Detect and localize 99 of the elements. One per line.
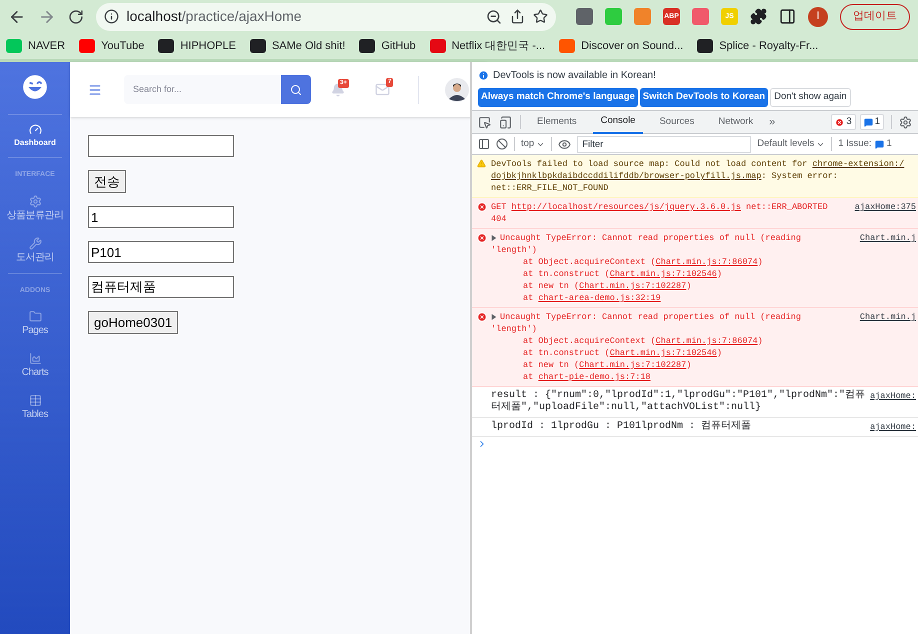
nav-item[interactable]: 상품분류관리 [0, 186, 70, 228]
address-bar[interactable]: localhost/practice/ajaxHome [96, 2, 556, 30]
source-link[interactable]: dojbkjhnklbpkdaibdccddilifddb/browser-polyfill.js.map [491, 170, 762, 182]
warning-icon [477, 159, 486, 168]
wrench-icon [28, 236, 42, 250]
expand-arrow-icon[interactable] [491, 235, 497, 241]
error-icon [835, 118, 844, 126]
message-source-link[interactable]: Chart.min.j [856, 311, 918, 383]
gauge-icon [28, 123, 42, 136]
zoom-out-icon[interactable] [486, 8, 502, 24]
source-link[interactable]: Chart.min.js:7:86074 [656, 257, 758, 267]
bookmark-link[interactable]: Discover on Sound... [581, 38, 684, 54]
settings-icon [28, 194, 42, 208]
source-link[interactable]: chart-area-demo.js:32:19 [538, 293, 661, 303]
sidebar-toggle-icon[interactable] [478, 138, 490, 150]
bookmark-link[interactable]: Splice - Royalty-Fr... [719, 38, 818, 54]
nav-item[interactable]: Dashboard [0, 115, 70, 155]
form-button[interactable]: goHome0301 [88, 311, 178, 334]
text-field[interactable]: 컴퓨터제품 [88, 276, 234, 298]
bookmark-link[interactable]: NAVER [28, 38, 66, 54]
error-icon [477, 202, 487, 212]
menu-icon[interactable] [88, 82, 102, 96]
bookmark-link[interactable]: YouTube [101, 38, 144, 54]
message-source-link[interactable]: Chart.min.j [856, 232, 918, 304]
laughing-face-logo[interactable] [22, 74, 48, 100]
profile-avatar[interactable]: I [808, 6, 828, 26]
nav-item[interactable]: Pages [0, 302, 70, 344]
nav-item[interactable]: Tables [0, 386, 70, 428]
console-message: Uncaught TypeError: Cannot read properties of null (reading 'length') at Object.acquireContext (Chart.min.js:7:86074) at tn.construct (Chart.min.js:7:102546) at new tn (Chart.min.js:7:102287) at chart-area-demo.js:32:19 [491, 232, 802, 304]
devtools-tab[interactable]: Sources [651, 110, 702, 134]
url-text: localhost/practice/ajaxHome [126, 7, 303, 26]
devtools-tab[interactable]: Console [592, 110, 644, 134]
text-field[interactable]: P101 [88, 241, 234, 263]
clear-console-icon[interactable] [496, 138, 508, 150]
devtools-tab[interactable]: Network [710, 110, 762, 134]
levels-dropdown[interactable]: Default levels [757, 136, 826, 152]
error-icon [477, 233, 487, 243]
message-source-link[interactable]: ajaxHome:375 [850, 201, 918, 225]
console-log-text: lprodId : 1lprodGu : P101lprodNm : 컴퓨터제품 [491, 421, 752, 433]
update-button[interactable]: 업데이트 [840, 4, 910, 30]
reload-icon[interactable] [68, 8, 84, 24]
error-icon [477, 312, 487, 322]
context-dropdown[interactable]: top [521, 136, 546, 152]
console-log-text: result : {"rnum":0,"lprodId":1,"lprodGu":"P101","lprodNm":"컴퓨터제품","uploadFile":null,"attachVOList":null} [491, 390, 866, 414]
expand-arrow-icon[interactable] [491, 314, 497, 320]
error-counter[interactable]: 3 [831, 114, 856, 130]
issues-button[interactable]: 1 Issue: 1 [838, 136, 892, 152]
message-icon [874, 140, 884, 148]
bookmark-link[interactable]: GitHub [381, 38, 416, 54]
source-link[interactable]: chart-pie-demo.js:7:18 [538, 372, 651, 382]
source-link[interactable]: Chart.min.js:7:102546 [610, 269, 717, 279]
puzzle-icon[interactable] [750, 8, 768, 25]
notice-text: DevTools is now available in Korean! [493, 69, 656, 83]
search-icon [290, 84, 302, 96]
text-field[interactable] [88, 135, 234, 157]
bookmark-link[interactable]: HIPHOPLE [180, 38, 236, 54]
more-tabs-button[interactable]: » [769, 114, 776, 130]
message-source-link[interactable]: ajaxHome: [866, 421, 918, 433]
console-message: Uncaught TypeError: Cannot read properties of null (reading 'length') at Object.acquireContext (Chart.min.js:7:86074) at tn.construct (Chart.min.js:7:102546) at new tn (Chart.min.js:7:102287) at chart-pie-demo.js:7:18 [491, 311, 802, 383]
console-message: GET http://localhost/resources/js/jquery.3.6.0.js net::ERR_ABORTED 404 [491, 201, 829, 225]
bookmark-link[interactable]: SAMe Old shit! [272, 38, 346, 54]
devtools-tab[interactable]: Elements [529, 110, 585, 134]
message-source-link[interactable]: ajaxHome: [866, 390, 918, 414]
search-field[interactable]: Search for... [124, 75, 281, 104]
source-link[interactable]: Chart.min.js:7:102287 [579, 360, 686, 370]
area-chart-icon [28, 352, 42, 365]
table-icon [28, 394, 42, 407]
nav-item[interactable]: Charts [0, 344, 70, 386]
inspect-icon[interactable] [478, 116, 491, 128]
settings-icon[interactable] [899, 116, 912, 128]
notice-button[interactable]: Always match Chrome's language [478, 88, 638, 107]
share-icon[interactable] [510, 9, 526, 24]
envelope-icon[interactable] [375, 82, 390, 97]
message-counter[interactable]: 1 [860, 114, 884, 130]
info-icon [104, 9, 118, 24]
text-field[interactable]: 1 [88, 206, 234, 228]
filter-field[interactable]: Filter [577, 136, 752, 152]
info-icon [478, 70, 489, 81]
notice-button[interactable]: Don't show again [770, 88, 851, 107]
console-message: DevTools failed to load source map: Could not load content for chrome-extension:/ dojbkjhnklbpkdaibdccddilifddb/browser-polyfill.js.map: System error: net::ERR_FILE_NOT_FOUND [491, 158, 906, 194]
star-icon[interactable] [533, 9, 548, 24]
bookmark-link[interactable]: Netflix 대한민국 -... [452, 38, 546, 54]
side-panel-icon[interactable] [779, 8, 796, 25]
source-link[interactable]: http://localhost/resources/js/jquery.3.6.0.js [511, 201, 741, 213]
extension-icon[interactable] [576, 8, 594, 25]
nav-item[interactable]: 도서관리 [0, 228, 70, 270]
source-link[interactable]: Chart.min.js:7:102546 [610, 348, 717, 358]
source-link[interactable]: Chart.min.js:7:102287 [579, 281, 686, 291]
search-button[interactable] [281, 75, 311, 104]
notice-button[interactable]: Switch DevTools to Korean [640, 88, 768, 107]
user-avatar[interactable] [445, 78, 469, 102]
form-button[interactable]: 전송 [88, 170, 126, 193]
eye-icon[interactable] [558, 138, 572, 150]
extension-icon[interactable] [692, 8, 710, 25]
folder-icon [28, 310, 42, 323]
device-icon[interactable] [499, 116, 512, 128]
message-icon [864, 118, 873, 126]
source-link[interactable]: Chart.min.js:7:86074 [656, 336, 758, 346]
source-link[interactable]: chrome-extension:/ [812, 158, 904, 170]
